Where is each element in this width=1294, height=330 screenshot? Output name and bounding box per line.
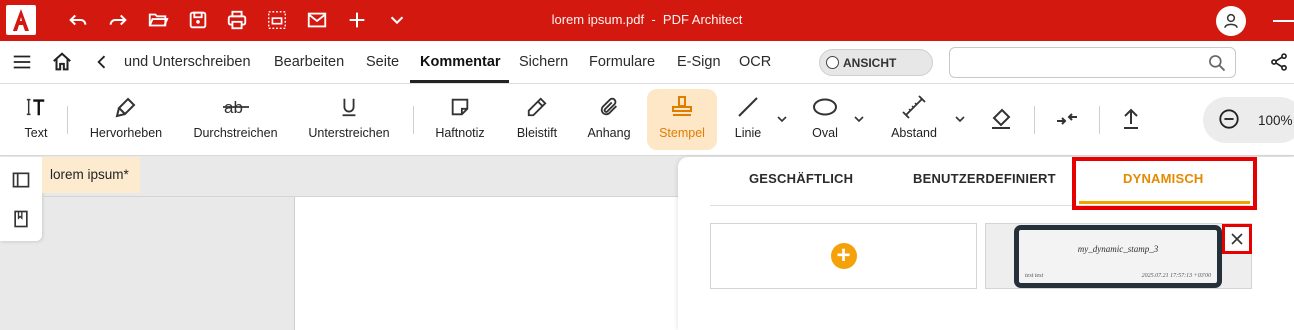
- stamp-author: test test: [1025, 273, 1044, 279]
- strikethrough-icon: ab: [222, 94, 249, 120]
- tab-formulare[interactable]: Formulare: [589, 54, 655, 70]
- document-tab[interactable]: lorem ipsum*: [42, 157, 140, 193]
- oval-tool-button[interactable]: Oval: [805, 84, 845, 156]
- line-options-chevron-icon[interactable]: [777, 114, 787, 124]
- user-account-icon[interactable]: [1216, 6, 1246, 36]
- zoom-level[interactable]: 100%: [1258, 113, 1293, 128]
- underline-tool-label: Unterstreichen: [308, 126, 390, 140]
- unsaved-marker: *: [123, 167, 129, 182]
- sticky-note-tool-button[interactable]: Haftnotiz: [430, 84, 490, 156]
- text-tool-label: Text: [24, 126, 48, 140]
- upload-icon: [1120, 106, 1142, 132]
- paperclip-icon: [598, 94, 620, 120]
- sticky-note-icon: [449, 94, 471, 120]
- line-tool-label: Linie: [734, 126, 762, 140]
- distance-tool-label: Abstand: [891, 126, 937, 140]
- zoom-out-icon[interactable]: [1218, 108, 1240, 130]
- line-tool-button[interactable]: Linie: [728, 84, 768, 156]
- highlight-tool-button[interactable]: Hervorheben: [82, 84, 170, 156]
- sticky-note-tool-label: Haftnotiz: [435, 126, 485, 140]
- stamp-tool-button[interactable]: Stempel: [647, 89, 717, 150]
- oval-tool-label: Oval: [812, 126, 838, 140]
- text-tool-button[interactable]: Text: [14, 84, 58, 156]
- left-side-panel: [0, 157, 42, 241]
- title-separator: -: [651, 12, 656, 27]
- title-bar: lorem ipsum.pdf - PDF Architect: [0, 0, 1294, 41]
- bookmark-icon[interactable]: [11, 209, 31, 229]
- stamp-panel: GESCHÄFTLICH BENUTZERDEFINIERT DYNAMISCH…: [678, 157, 1294, 330]
- attachment-tool-label: Anhang: [587, 126, 631, 140]
- document-tab-label: lorem ipsum: [50, 167, 124, 182]
- minimize-icon[interactable]: [1273, 20, 1294, 22]
- stamp-timestamp: 2025.07.21 17:57:13 +03'00: [1141, 273, 1211, 279]
- add-stamp-button[interactable]: +: [830, 243, 857, 269]
- stamp-tool-label: Stempel: [659, 126, 705, 140]
- arrows-in-icon: [1055, 106, 1079, 132]
- tab-ocr[interactable]: OCR: [739, 54, 771, 70]
- dynamic-stamp-card[interactable]: my_dynamic_stamp_3 test test 2025.07.21 …: [985, 223, 1252, 289]
- stamp-preview[interactable]: my_dynamic_stamp_3 test test 2025.07.21 …: [1014, 225, 1222, 288]
- oval-options-chevron-icon[interactable]: [854, 114, 864, 124]
- panel-toggle-icon[interactable]: [11, 170, 31, 190]
- share-icon[interactable]: [1268, 51, 1290, 73]
- distance-options-chevron-icon[interactable]: [955, 114, 965, 124]
- tab-bearbeiten[interactable]: Bearbeiten: [274, 54, 344, 70]
- highlight-tool-label: Hervorheben: [89, 126, 163, 140]
- highlighter-icon: [114, 94, 138, 120]
- text-tool-icon: [25, 94, 47, 120]
- toggle-knob: [826, 56, 839, 69]
- tab-e-sign[interactable]: E-Sign: [677, 54, 721, 70]
- window-title: lorem ipsum.pdf - PDF Architect: [0, 12, 1294, 27]
- tab-seite[interactable]: Seite: [366, 54, 399, 70]
- scroll-left-icon[interactable]: [91, 51, 113, 73]
- export-annotations-button[interactable]: [1117, 84, 1145, 156]
- view-toggle[interactable]: ANSICHT: [819, 49, 933, 76]
- attachment-tool-button[interactable]: Anhang: [582, 84, 636, 156]
- distance-icon: [901, 94, 927, 120]
- stamp-name: my_dynamic_stamp_3: [1077, 244, 1159, 254]
- document-filename: lorem ipsum.pdf: [551, 12, 645, 27]
- app-name: PDF Architect: [662, 12, 743, 27]
- strikethrough-tool-button[interactable]: ab Durchstreichen: [186, 84, 285, 156]
- oval-icon: [812, 94, 838, 120]
- search-icon[interactable]: [1207, 53, 1227, 73]
- tab-sichern[interactable]: Sichern: [519, 54, 568, 70]
- underline-tool-button[interactable]: Unterstreichen: [303, 84, 395, 156]
- pencil-tool-label: Bleistift: [516, 126, 558, 140]
- ribbon-divider: [413, 106, 414, 134]
- delete-stamp-button[interactable]: [1222, 224, 1252, 254]
- eraser-icon: [989, 106, 1013, 132]
- strikethrough-tool-label: Durchstreichen: [193, 126, 278, 140]
- pencil-tool-button[interactable]: Bleistift: [511, 84, 563, 156]
- tab-und-unterschreiben[interactable]: und Unterschreiben: [124, 54, 251, 70]
- underline-icon: [338, 94, 360, 120]
- active-tab-indicator: [410, 80, 509, 83]
- view-toggle-label: ANSICHT: [843, 55, 897, 70]
- ribbon-divider: [1034, 106, 1035, 134]
- add-stamp-card[interactable]: +: [710, 223, 977, 289]
- pdf-page[interactable]: [294, 197, 678, 330]
- ribbon-divider: [1099, 106, 1100, 134]
- line-icon: [736, 94, 760, 120]
- close-icon: [1231, 233, 1243, 245]
- ribbon-divider: [67, 106, 68, 134]
- eraser-tool-button[interactable]: [986, 84, 1016, 156]
- pencil-icon: [526, 94, 548, 120]
- distance-tool-button[interactable]: Abstand: [884, 84, 944, 156]
- menu-bar: und Unterschreiben Bearbeiten Seite Komm…: [0, 41, 1294, 84]
- zoom-control: 100%: [1203, 97, 1294, 143]
- ribbon-toolbar: Text Hervorheben ab Durchstreichen Unter…: [0, 84, 1294, 156]
- hamburger-menu-icon[interactable]: [11, 51, 33, 73]
- tab-benutzerdefiniert[interactable]: BENUTZERDEFINIERT: [913, 171, 1056, 186]
- tab-geschaeftlich[interactable]: GESCHÄFTLICH: [749, 171, 853, 186]
- tab-kommentar[interactable]: Kommentar: [420, 54, 501, 70]
- collapse-annotations-button[interactable]: [1052, 84, 1082, 156]
- tab-highlight-box: [1072, 157, 1257, 210]
- search-input[interactable]: [949, 47, 1236, 78]
- stamp-icon: [670, 94, 694, 120]
- home-icon[interactable]: [51, 51, 73, 73]
